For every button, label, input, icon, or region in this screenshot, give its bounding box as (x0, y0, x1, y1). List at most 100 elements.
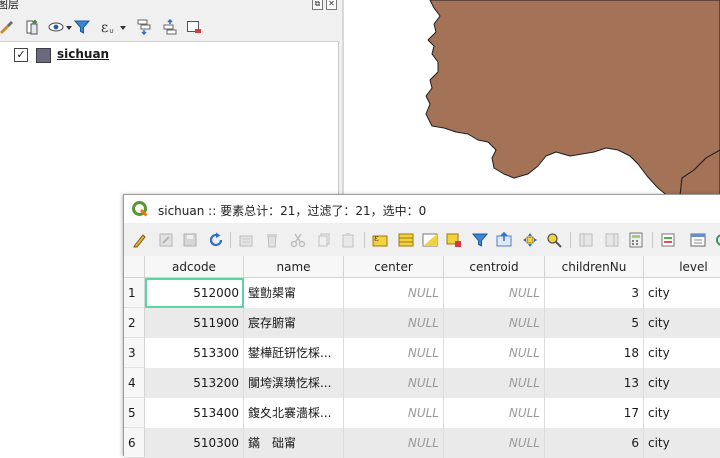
cell-childrennum[interactable]: 18 (545, 338, 644, 368)
actions-icon[interactable] (714, 232, 720, 248)
copy-icon[interactable] (316, 232, 332, 248)
column-header-centroid[interactable]: centroid (444, 256, 545, 278)
cell-center[interactable]: NULL (344, 398, 444, 428)
delete-field-icon[interactable] (604, 232, 620, 248)
toolbar-separator (230, 232, 231, 248)
select-by-expression-icon[interactable]: ε (372, 232, 388, 248)
float-panel-button[interactable]: ⧉ (312, 0, 323, 10)
chevron-down-icon[interactable] (66, 26, 72, 30)
cell-childrennum[interactable]: 6 (545, 428, 644, 458)
toggle-editing-pencil-icon[interactable] (132, 232, 148, 248)
new-field-icon[interactable] (578, 232, 594, 248)
cell-center[interactable]: NULL (344, 368, 444, 398)
cell-adcode[interactable]: 512000 (145, 278, 244, 308)
cell-centroid[interactable]: NULL (444, 308, 545, 338)
filter-icon[interactable] (74, 19, 90, 35)
cell-level[interactable]: city (644, 308, 720, 338)
row-number[interactable]: 4 (124, 368, 145, 398)
table-row[interactable]: 4 513200 闃垮潩璜忔棌... NULL NULL 13 city (124, 368, 720, 398)
table-row[interactable]: 5 513400 鍑夊北褰濇棌... NULL NULL 17 city (124, 398, 720, 428)
layer-item-sichuan[interactable]: ✓ sichuan (0, 44, 338, 64)
add-feature-icon[interactable] (238, 232, 254, 248)
column-header-childrennum[interactable]: childrenNu (545, 256, 644, 278)
cell-centroid[interactable]: NULL (444, 428, 545, 458)
remove-layer-icon[interactable] (186, 19, 202, 35)
visibility-eye-icon[interactable] (48, 19, 64, 35)
dock-attribute-table-icon[interactable] (690, 232, 706, 248)
cell-adcode[interactable]: 513400 (145, 398, 244, 428)
table-row[interactable]: 2 511900 宸存腑甯 NULL NULL 5 city (124, 308, 720, 338)
cell-centroid[interactable]: NULL (444, 278, 545, 308)
multi-edit-icon[interactable] (158, 232, 174, 248)
row-number[interactable]: 2 (124, 308, 145, 338)
conditional-formatting-icon[interactable] (660, 232, 676, 248)
collapse-all-icon[interactable] (162, 19, 178, 35)
deselect-all-icon[interactable] (446, 232, 462, 248)
table-row[interactable]: 3 513300 鐢樺瓩钘忔棌... NULL NULL 18 city (124, 338, 720, 368)
invert-selection-icon[interactable] (422, 232, 438, 248)
cell-center[interactable]: NULL (344, 308, 444, 338)
cell-centroid[interactable]: NULL (444, 398, 545, 428)
filter-selected-icon[interactable] (472, 232, 488, 248)
cell-childrennum[interactable]: 5 (545, 308, 644, 338)
cell-name[interactable]: 鐢樺瓩钘忔棌... (244, 338, 344, 368)
attribute-table-titlebar[interactable]: sichuan :: 要素总计：21，过滤了：21，选中：0 (124, 195, 720, 223)
chevron-down-icon[interactable] (120, 26, 126, 30)
delete-feature-icon[interactable] (264, 232, 280, 248)
cell-level[interactable]: city (644, 398, 720, 428)
column-header-level[interactable]: level (644, 256, 720, 278)
cell-level[interactable]: city (644, 338, 720, 368)
move-selection-to-top-icon[interactable] (496, 232, 512, 248)
toolbar-separator (570, 232, 571, 248)
pan-to-selection-icon[interactable] (522, 232, 538, 248)
column-header-name[interactable]: name (244, 256, 344, 278)
column-header-adcode[interactable]: adcode (145, 256, 244, 278)
layer-symbol-swatch[interactable] (36, 48, 51, 63)
table-row[interactable]: 1 512000 璧勯槼甯 NULL NULL 3 city (124, 278, 720, 308)
toolbar-separator (364, 232, 365, 248)
cut-icon[interactable] (290, 232, 306, 248)
close-panel-button[interactable]: ✕ (326, 0, 337, 10)
expression-filter-icon[interactable]: ε ∪ (100, 19, 116, 35)
layer-name-label[interactable]: sichuan (57, 47, 109, 61)
zoom-to-selection-icon[interactable] (546, 232, 562, 248)
cell-level[interactable]: city (644, 278, 720, 308)
field-calculator-icon[interactable] (628, 232, 644, 248)
cell-level[interactable]: city (644, 428, 720, 458)
layer-visibility-checkbox[interactable]: ✓ (14, 48, 28, 62)
row-number[interactable]: 3 (124, 338, 145, 368)
cell-childrennum[interactable]: 13 (545, 368, 644, 398)
cell-adcode[interactable]: 510300 (145, 428, 244, 458)
cell-adcode[interactable]: 511900 (145, 308, 244, 338)
paste-icon[interactable] (340, 232, 356, 248)
row-number[interactable]: 6 (124, 428, 145, 458)
cell-center[interactable]: NULL (344, 428, 444, 458)
column-header-center[interactable]: center (344, 256, 444, 278)
save-edits-icon[interactable] (182, 232, 198, 248)
cell-name[interactable]: 宸存腑甯 (244, 308, 344, 338)
row-header-corner[interactable] (124, 256, 145, 278)
reload-icon[interactable] (208, 232, 224, 248)
qgis-logo-icon (132, 201, 148, 217)
cell-adcode[interactable]: 513200 (145, 368, 244, 398)
attribute-table-title: sichuan :: 要素总计：21，过滤了：21，选中：0 (158, 204, 427, 218)
cell-name[interactable]: 鏋 础甯 (244, 428, 344, 458)
cell-childrennum[interactable]: 3 (545, 278, 644, 308)
cell-name[interactable]: 鍑夊北褰濇棌... (244, 398, 344, 428)
expand-all-icon[interactable] (136, 19, 152, 35)
row-number[interactable]: 1 (124, 278, 145, 308)
add-group-icon[interactable] (24, 19, 40, 35)
cell-name[interactable]: 闃垮潩璜忔棌... (244, 368, 344, 398)
style-paintbrush-icon[interactable] (0, 19, 14, 35)
table-row[interactable]: 6 510300 鏋 础甯 NULL NULL 6 city (124, 428, 720, 458)
cell-childrennum[interactable]: 17 (545, 398, 644, 428)
cell-level[interactable]: city (644, 368, 720, 398)
cell-centroid[interactable]: NULL (444, 368, 545, 398)
cell-center[interactable]: NULL (344, 338, 444, 368)
row-number[interactable]: 5 (124, 398, 145, 428)
cell-adcode[interactable]: 513300 (145, 338, 244, 368)
select-all-icon[interactable] (398, 232, 414, 248)
cell-centroid[interactable]: NULL (444, 338, 545, 368)
cell-center[interactable]: NULL (344, 278, 444, 308)
cell-name[interactable]: 璧勯槼甯 (244, 278, 344, 308)
